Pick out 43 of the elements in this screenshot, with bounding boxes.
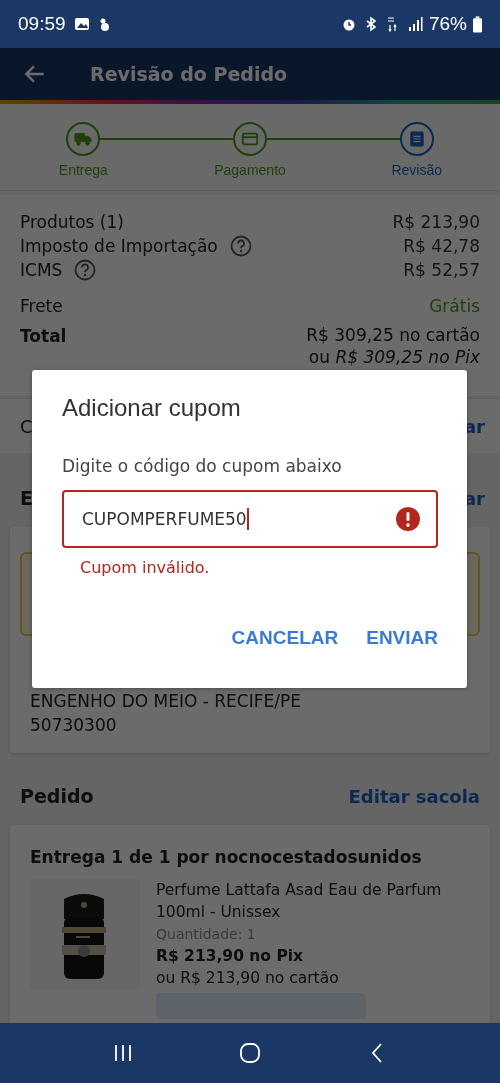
step-label: Entrega	[58, 162, 108, 178]
summary-label: Frete	[20, 295, 63, 318]
truck-icon	[74, 131, 93, 147]
error-message: Cupom inválido.	[80, 558, 211, 577]
product-name: Perfume Lattafa Asad Eau de Parfum 100ml - Unissex	[156, 880, 443, 923]
receipt-icon	[407, 131, 426, 147]
total-label: Total	[20, 325, 67, 348]
summary-label: Imposto de Importação	[20, 235, 218, 258]
coupon-field[interactable]: CUPOMPERFUME50	[62, 490, 438, 548]
help-icon[interactable]	[74, 259, 97, 281]
section-title: Pedido	[20, 785, 94, 807]
home-icon[interactable]	[238, 1041, 262, 1065]
credit-total: R$ 309,25 no cartão	[306, 324, 480, 346]
edit-bag-link[interactable]: Editar sacola	[348, 785, 480, 807]
clock: 09:59	[18, 13, 66, 35]
shipment-title: Entrega 1 de 1 por nocnocestadosunidos	[30, 847, 423, 867]
step-label: Pagamento	[214, 162, 286, 178]
summary-value: R$ 42,78	[403, 235, 480, 258]
error-icon	[396, 507, 420, 531]
dialog-button[interactable]: ENVIAR	[366, 627, 438, 649]
field-label: Digite o código do cupom abaixo	[62, 456, 343, 476]
credit-price: ou R$ 213,90 no cartão	[156, 968, 340, 989]
dialog-button[interactable]: CANCELAR	[231, 627, 339, 649]
signal-icon	[406, 16, 423, 32]
help-icon[interactable]	[229, 235, 252, 257]
total-pix: ou R$ 309,25 no Pix	[308, 346, 480, 368]
address-line: ENGENHO DO MEIO - RECIFE/PE	[30, 690, 302, 713]
page-title: Revisão do Pedido	[90, 63, 288, 85]
summary-label: Produtos (1)	[20, 211, 124, 234]
step-label: Revisão	[391, 162, 442, 178]
address-line: 50730300	[30, 714, 118, 737]
section-title: E	[20, 487, 33, 509]
card-icon	[241, 131, 259, 147]
summary-value: R$ 213,90	[392, 211, 480, 234]
coupon-label: C	[20, 416, 33, 437]
battery-level: 76%	[428, 13, 467, 35]
summary-value: R$ 52,57	[403, 259, 480, 282]
summary-value: Grátis	[429, 295, 480, 318]
gallery-icon	[73, 16, 90, 32]
battery-icon	[473, 15, 482, 33]
price-pix: R$ 213,90 no Pix	[156, 946, 305, 967]
summary-label: ICMS	[20, 259, 63, 282]
dialog-title: Adicionar cupom	[62, 394, 242, 422]
